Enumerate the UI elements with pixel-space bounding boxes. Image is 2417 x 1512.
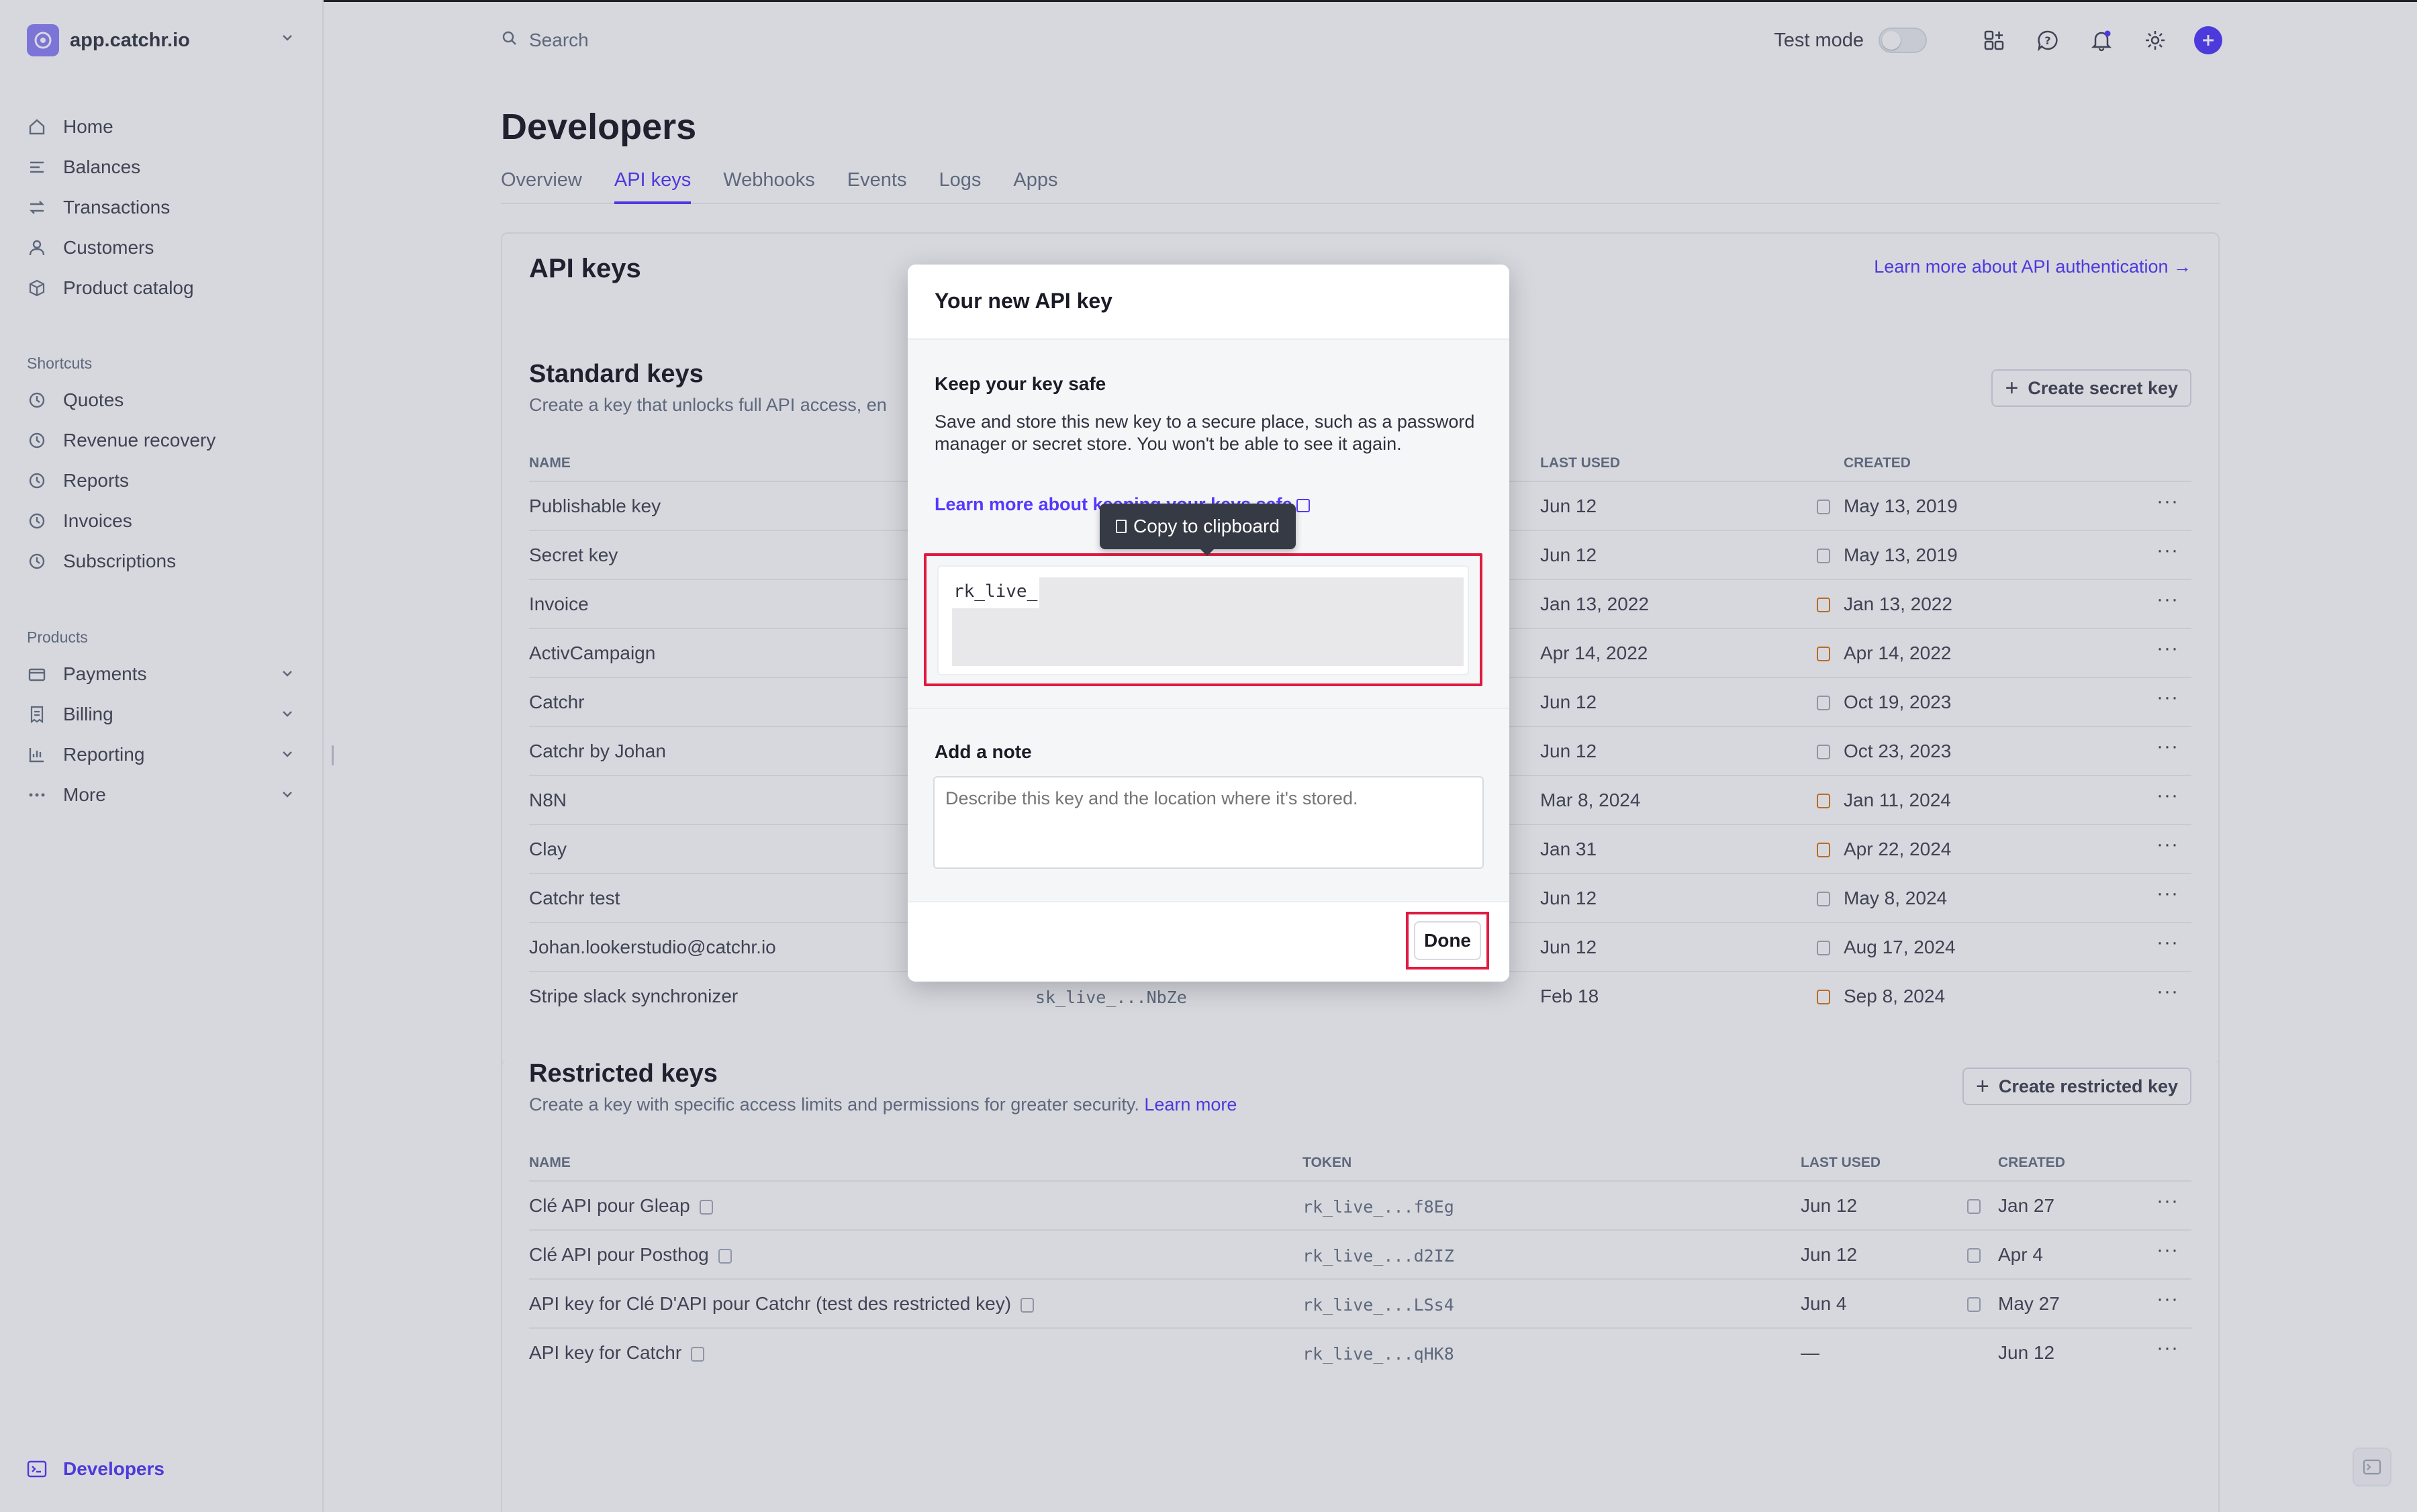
- keep-safe-heading: Keep your key safe: [935, 373, 1106, 394]
- redacted-block: [952, 608, 1464, 666]
- done-highlight-frame: Done: [1406, 912, 1489, 970]
- modal-divider: [908, 708, 1509, 709]
- add-note-heading: Add a note: [935, 741, 1032, 762]
- api-key-value: rk_live_: [953, 581, 1038, 602]
- clipboard-icon: [1116, 520, 1127, 533]
- note-textarea[interactable]: [933, 776, 1484, 869]
- modal-header: Your new API key: [908, 265, 1509, 340]
- modal-footer: Done: [908, 901, 1509, 982]
- done-button[interactable]: Done: [1414, 921, 1481, 960]
- new-api-key-modal: Your new API key Keep your key safe Save…: [908, 265, 1509, 982]
- keep-safe-text: Save and store this new key to a secure …: [935, 412, 1475, 454]
- external-link-icon: [1296, 498, 1310, 512]
- copy-tooltip-label: Copy to clipboard: [1133, 516, 1280, 536]
- key-highlight-frame: rk_live_: [924, 553, 1482, 686]
- app-root: app.catchr.io Home Balances Transactions…: [0, 0, 2417, 1512]
- api-key-field[interactable]: rk_live_: [937, 565, 1469, 675]
- copy-tooltip: Copy to clipboard: [1100, 504, 1296, 556]
- modal-title: Your new API key: [935, 289, 1112, 313]
- redacted-block: [1039, 577, 1464, 608]
